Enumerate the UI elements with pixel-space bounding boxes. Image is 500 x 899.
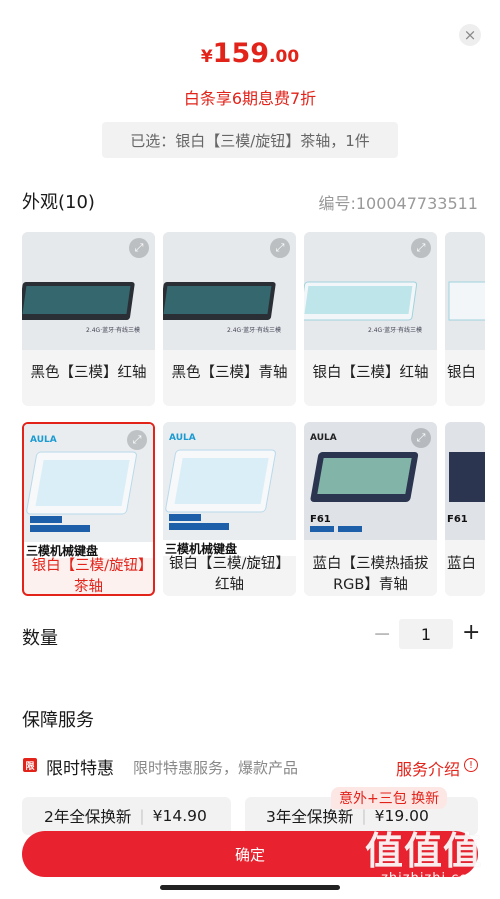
svg-text:2.4G·蓝牙·有线三模: 2.4G·蓝牙·有线三模 bbox=[86, 326, 140, 334]
keyboard-image: F61 bbox=[445, 422, 485, 540]
separator: | bbox=[139, 807, 145, 825]
variant-card[interactable]: AULA 三模机械键盘 银白【三模/旋钮】红轴 bbox=[163, 422, 296, 596]
variant-label: 银白【三模/旋钮】红轴 bbox=[169, 556, 290, 593]
variant-label: 银白【三模】红轴 bbox=[312, 365, 429, 381]
svg-text:2.4G·蓝牙·有线三模: 2.4G·蓝牙·有线三模 bbox=[368, 326, 422, 334]
keyboard-image: AULA bbox=[163, 422, 296, 540]
variant-label: 黑色【三模】青轴 bbox=[171, 365, 288, 381]
quantity-input[interactable]: 1 bbox=[399, 619, 453, 649]
watermark-logo: 值值值 bbox=[364, 829, 482, 873]
quantity-label: 数量 bbox=[22, 628, 58, 649]
limited-offer-title: 限时特惠 bbox=[46, 759, 114, 779]
variant-label: 蓝白 bbox=[447, 556, 476, 572]
svg-text:2.4G·蓝牙·有线三模: 2.4G·蓝牙·有线三模 bbox=[227, 326, 281, 334]
variant-card[interactable]: 2.4G·蓝牙·有线三模 ⤢ 黑色【三模】红轴 bbox=[22, 232, 155, 406]
expand-icon[interactable]: ⤢ bbox=[411, 428, 431, 448]
variant-label: 银白【三模/旋钮】茶轴 bbox=[31, 558, 146, 595]
service-title: 保障服务 bbox=[22, 710, 94, 731]
info-icon[interactable]: ! bbox=[464, 758, 478, 772]
limited-offer-desc: 限时特惠服务，爆款产品 bbox=[133, 759, 299, 777]
selected-summary: 已选：银白【三模/旋钮】茶轴，1件 bbox=[102, 122, 398, 158]
service-option-price: ¥14.90 bbox=[152, 807, 207, 825]
sku-sheet: × ¥159.00 白条享6期息费7折 已选：银白【三模/旋钮】茶轴，1件 外观… bbox=[0, 0, 500, 899]
expand-icon[interactable]: ⤢ bbox=[270, 238, 290, 258]
svg-text:AULA: AULA bbox=[169, 433, 196, 443]
home-indicator bbox=[160, 885, 340, 890]
appearance-title: 外观(10) bbox=[22, 192, 95, 213]
promo-tag: 意外+三包 换新 bbox=[331, 787, 448, 809]
price-decimal: .00 bbox=[269, 47, 300, 67]
price: ¥159.00 bbox=[0, 38, 500, 69]
variant-card[interactable]: 2.4G·蓝牙·有线三模 ⤢ 银白【三模】红轴 bbox=[304, 232, 437, 406]
expand-icon[interactable]: ⤢ bbox=[411, 238, 431, 258]
variant-card-selected[interactable]: AULA ⤢ 三模机械键盘 银白【三模/旋钮】茶轴 bbox=[22, 422, 155, 596]
watermark-url: zhizhizhi.com bbox=[381, 871, 482, 886]
sku-number: 编号:100047733511 bbox=[318, 194, 478, 213]
expand-icon[interactable]: ⤢ bbox=[127, 430, 147, 450]
installment-promo[interactable]: 白条享6期息费7折 bbox=[0, 85, 500, 109]
svg-text:F61: F61 bbox=[447, 514, 468, 525]
price-currency: ¥ bbox=[200, 47, 213, 67]
variant-card[interactable]: AULA F61 ⤢ 蓝白【三模热插拔RGB】青轴 bbox=[304, 422, 437, 596]
variant-label: 蓝白【三模热插拔RGB】青轴 bbox=[312, 556, 429, 593]
expand-icon[interactable]: ⤢ bbox=[129, 238, 149, 258]
watermark: 值值值 zhizhizhi.com bbox=[365, 820, 482, 886]
variant-label: 银白 bbox=[447, 365, 476, 381]
variant-label: 黑色【三模】红轴 bbox=[30, 365, 147, 381]
quantity-decrement-button[interactable]: − bbox=[373, 622, 391, 647]
variant-card[interactable]: F61 蓝白 bbox=[445, 422, 485, 596]
svg-text:F61: F61 bbox=[310, 514, 331, 525]
svg-text:AULA: AULA bbox=[310, 433, 337, 443]
price-integer: 159 bbox=[212, 38, 270, 69]
service-intro-link[interactable]: 服务介绍 bbox=[396, 756, 460, 780]
service-option[interactable]: 2年全保换新 | ¥14.90 bbox=[22, 797, 231, 835]
limited-offer-icon: 限 bbox=[23, 758, 37, 772]
variant-card[interactable]: 2.4G·蓝牙·有线三模 ⤢ 黑色【三模】青轴 bbox=[163, 232, 296, 406]
service-option-name: 2年全保换新 bbox=[44, 808, 132, 826]
variant-card[interactable]: 银白 bbox=[445, 232, 485, 406]
keyboard-image bbox=[445, 232, 485, 350]
svg-text:AULA: AULA bbox=[30, 435, 57, 445]
quantity-increment-button[interactable]: + bbox=[462, 620, 480, 645]
